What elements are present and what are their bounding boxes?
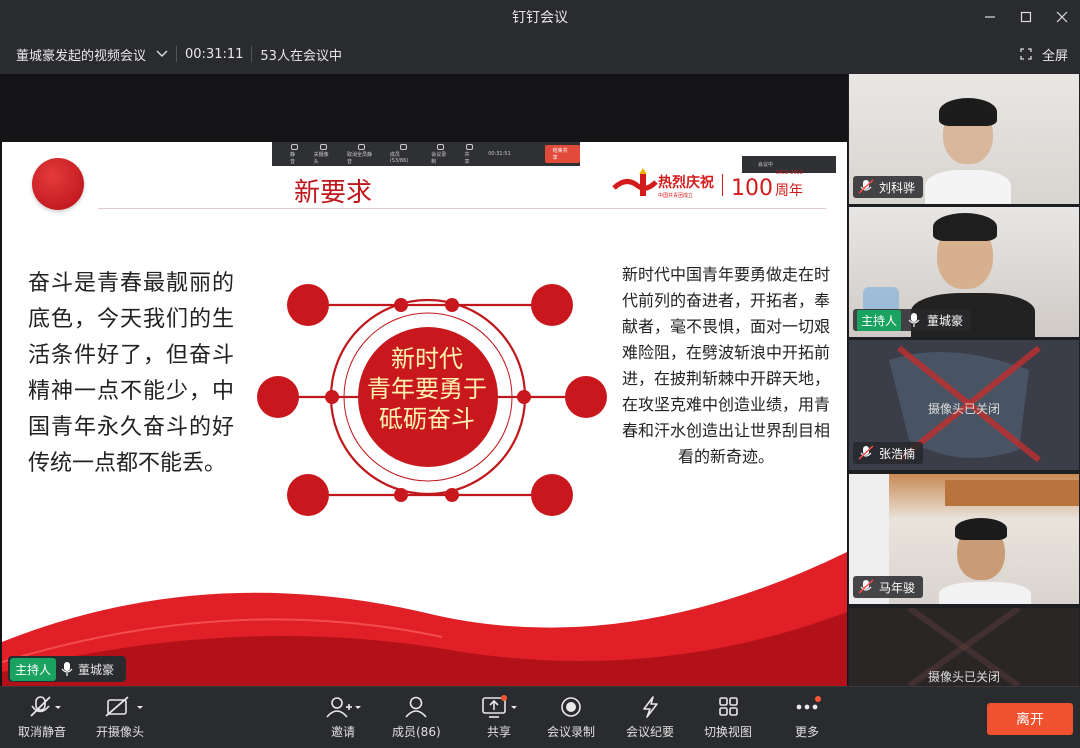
participant-tile[interactable]: 摄像头已关闭 张浩楠 xyxy=(849,340,1079,470)
participant-tile[interactable]: 摄像头已关闭 xyxy=(849,608,1079,686)
close-button[interactable] xyxy=(1044,0,1080,34)
maximize-button[interactable] xyxy=(1008,0,1044,34)
meeting-toolbar: 取消静音 开摄像头 邀请 成员(86) 共享 会议录制 会议纪要 切换视图 更多… xyxy=(0,686,1080,748)
participant-name-tag: 主持人 董城豪 xyxy=(853,309,972,331)
meeting-name-dropdown[interactable]: 董城豪发起的视频会议 xyxy=(16,45,168,64)
microphone-muted-icon xyxy=(858,179,874,194)
lightning-icon xyxy=(643,696,658,718)
speaker-name: 董城豪 xyxy=(78,662,115,677)
meeting-name: 董城豪发起的视频会议 xyxy=(16,48,147,64)
host-badge: 主持人 xyxy=(10,657,57,681)
red-ribbon-decoration xyxy=(2,552,847,689)
members-icon xyxy=(405,696,427,718)
add-user-icon xyxy=(326,697,361,718)
slide-center-text: 新时代 青年要勇于 砥砺奋斗 xyxy=(367,345,487,433)
participant-video xyxy=(939,518,1031,604)
leave-button[interactable]: 离开 xyxy=(987,703,1073,735)
shared-slide: 静音 关摄像头 取消全员静音 成员(53/86) 会议录制 共享 00:31:5… xyxy=(2,142,847,689)
switch-view-button[interactable]: 切换视图 xyxy=(704,695,752,740)
participant-tile[interactable]: 马年骏 xyxy=(849,474,1079,604)
fullscreen-button[interactable]: 全屏 xyxy=(1020,34,1068,74)
record-button[interactable]: 会议录制 xyxy=(547,695,595,740)
divider xyxy=(176,46,178,62)
fullscreen-icon xyxy=(1020,48,1032,60)
participant-name-tag: 马年骏 xyxy=(853,576,924,598)
share-screen-icon xyxy=(482,697,517,718)
camera-off-label: 摄像头已关闭 xyxy=(927,402,1000,416)
speaker-tag: 主持人 董城豪 xyxy=(8,656,127,682)
members-button[interactable]: 成员(86) xyxy=(392,695,441,740)
participant-name-tag: 刘科骅 xyxy=(853,176,924,198)
microphone-icon xyxy=(61,662,73,676)
grid-view-icon xyxy=(719,697,738,716)
participant-sidebar: 刘科骅 主持人 董城豪 摄像头已关闭 张浩楠 马年骏 摄像头已关闭 xyxy=(848,74,1080,686)
participant-tile[interactable]: 刘科骅 xyxy=(849,74,1079,204)
microphone-muted-icon xyxy=(858,445,874,460)
slide-right-text: 新时代中国青年要勇做走在时代前列的奋进者，开拓者，奉献者，毫不畏惧，面对一切艰难… xyxy=(622,265,831,466)
microphone-muted-icon xyxy=(30,696,61,717)
microphone-icon xyxy=(908,313,920,327)
minimize-button[interactable] xyxy=(972,0,1008,34)
camera-off-icon xyxy=(105,696,143,717)
invite-button[interactable]: 邀请 xyxy=(323,695,363,740)
record-icon xyxy=(561,697,581,717)
attendee-count: 53人在会议中 xyxy=(260,48,342,64)
host-badge: 主持人 xyxy=(857,309,902,331)
participant-name-tag: 张浩楠 xyxy=(853,442,924,464)
unmute-button[interactable]: 取消静音 xyxy=(18,695,66,740)
divider xyxy=(251,46,253,62)
chevron-down-icon xyxy=(156,50,168,57)
more-notification-dot xyxy=(815,696,821,702)
shared-screen-area: 静音 关摄像头 取消全员静音 成员(53/86) 会议录制 共享 00:31:5… xyxy=(0,74,848,689)
camera-button[interactable]: 开摄像头 xyxy=(96,695,144,740)
meeting-info-bar: 董城豪发起的视频会议 00:31:11 53人在会议中 全屏 xyxy=(0,34,1080,74)
participant-video xyxy=(925,98,1011,204)
participant-tile[interactable]: 主持人 董城豪 xyxy=(849,207,1079,337)
title-bar: 钉钉会议 xyxy=(0,0,1080,34)
share-button[interactable]: 共享 xyxy=(478,695,520,740)
fullscreen-label: 全屏 xyxy=(1041,48,1068,64)
meeting-duration: 00:31:11 xyxy=(185,46,244,62)
minutes-button[interactable]: 会议纪要 xyxy=(626,695,674,740)
microphone-muted-icon xyxy=(858,579,874,594)
share-notification-dot xyxy=(501,695,507,701)
camera-off-label: 摄像头已关闭 xyxy=(927,670,1000,684)
window-title: 钉钉会议 xyxy=(512,10,568,26)
